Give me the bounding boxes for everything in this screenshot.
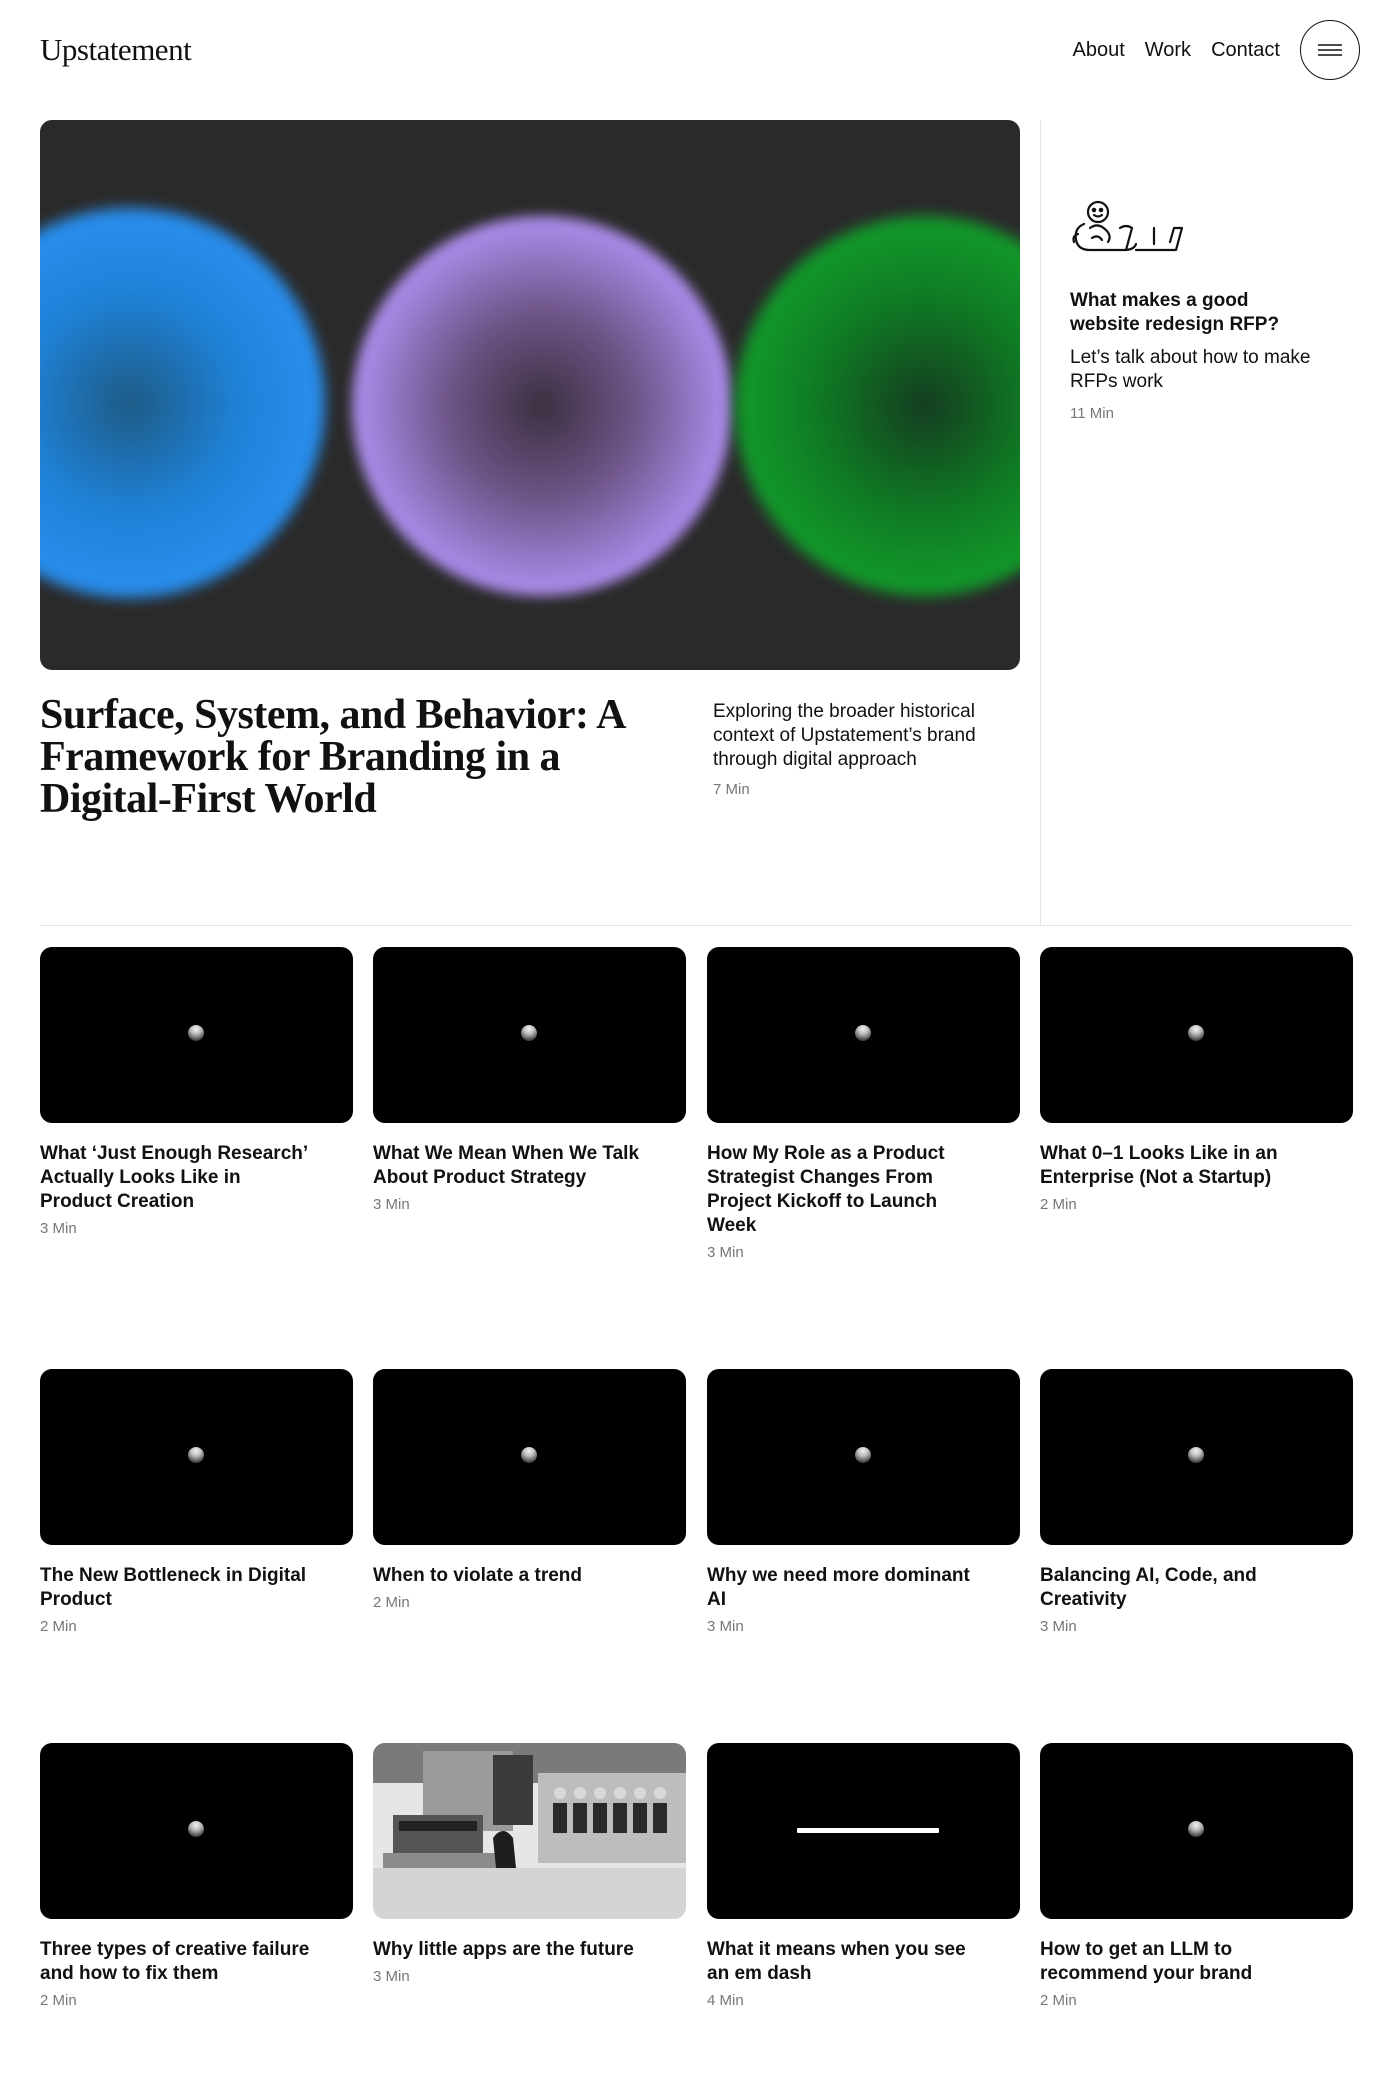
- sphere-dot-icon: [1188, 1447, 1204, 1463]
- hero-read-time: 7 Min: [713, 781, 750, 798]
- nav-link-work[interactable]: Work: [1145, 39, 1191, 62]
- hero-orb-violet: [352, 216, 732, 596]
- article-thumbnail[interactable]: [707, 1369, 1020, 1545]
- character-illustration: [1072, 200, 1184, 252]
- article-card[interactable]: What ‘Just Enough Research’ Actually Loo…: [40, 947, 353, 1237]
- nav-link-contact[interactable]: Contact: [1211, 39, 1280, 62]
- article-card[interactable]: What it means when you see an em dash 4 …: [707, 1743, 1020, 2009]
- article-thumbnail[interactable]: [40, 1743, 353, 1919]
- hamburger-menu-icon: [1318, 44, 1342, 56]
- article-read-time: 2 Min: [1040, 1196, 1077, 1213]
- vertical-divider: [1040, 120, 1041, 926]
- em-dash-graphic: [797, 1828, 939, 1833]
- article-card[interactable]: The New Bottleneck in Digital Product 2 …: [40, 1369, 353, 1635]
- article-read-time: 3 Min: [40, 1220, 77, 1237]
- sphere-dot-icon: [188, 1025, 204, 1041]
- site-header: Upstatement About Work Contact: [40, 20, 1360, 80]
- hero-description: Exploring the broader historical context…: [713, 701, 976, 770]
- article-thumbnail[interactable]: [373, 947, 686, 1123]
- menu-button[interactable]: [1300, 20, 1360, 80]
- hero-orb-blue: [40, 208, 325, 598]
- article-thumbnail[interactable]: [373, 1369, 686, 1545]
- article-title[interactable]: What 0–1 Looks Like in an Enterprise (No…: [1040, 1142, 1310, 1190]
- article-card[interactable]: How My Role as a Product Strategist Chan…: [707, 947, 1020, 1261]
- article-read-time: 2 Min: [1040, 1992, 1077, 2009]
- article-read-time: 3 Min: [373, 1196, 410, 1213]
- article-thumbnail[interactable]: [707, 947, 1020, 1123]
- article-title[interactable]: What it means when you see an em dash: [707, 1938, 977, 1986]
- article-read-time: 3 Min: [707, 1244, 744, 1261]
- article-card[interactable]: Why we need more dominant AI 3 Min: [707, 1369, 1020, 1635]
- article-read-time: 3 Min: [707, 1618, 744, 1635]
- article-card[interactable]: Balancing AI, Code, and Creativity 3 Min: [1040, 1369, 1353, 1635]
- article-read-time: 4 Min: [707, 1992, 744, 2009]
- hero-image[interactable]: [40, 120, 1020, 670]
- article-read-time: 2 Min: [40, 1992, 77, 2009]
- side-feature-description: Let’s talk about how to make RFPs work: [1070, 347, 1311, 392]
- computer-room-photo: [373, 1743, 686, 1919]
- article-card[interactable]: Why little apps are the future 3 Min: [373, 1743, 686, 1985]
- article-card[interactable]: When to violate a trend 2 Min: [373, 1369, 686, 1611]
- article-title[interactable]: Why little apps are the future: [373, 1938, 643, 1962]
- article-read-time: 2 Min: [373, 1594, 410, 1611]
- article-read-time: 2 Min: [40, 1618, 77, 1635]
- sphere-dot-icon: [188, 1447, 204, 1463]
- section-divider: [40, 925, 1353, 926]
- article-title[interactable]: The New Bottleneck in Digital Product: [40, 1564, 310, 1612]
- article-card[interactable]: What We Mean When We Talk About Product …: [373, 947, 686, 1213]
- hero-orb-green: [735, 216, 1020, 596]
- sphere-dot-icon: [855, 1025, 871, 1041]
- sphere-dot-icon: [855, 1447, 871, 1463]
- sphere-dot-icon: [1188, 1025, 1204, 1041]
- nav-link-about[interactable]: About: [1072, 39, 1124, 62]
- hero-title[interactable]: Surface, System, and Behavior: A Framewo…: [40, 694, 640, 820]
- article-title[interactable]: How My Role as a Product Strategist Chan…: [707, 1142, 977, 1238]
- article-title[interactable]: When to violate a trend: [373, 1564, 643, 1588]
- side-feature-title[interactable]: What makes a good website redesign RFP?: [1070, 289, 1300, 337]
- article-title[interactable]: Why we need more dominant AI: [707, 1564, 977, 1612]
- article-thumbnail[interactable]: [40, 1369, 353, 1545]
- article-card[interactable]: Three types of creative failure and how …: [40, 1743, 353, 2009]
- article-read-time: 3 Min: [1040, 1618, 1077, 1635]
- sphere-dot-icon: [521, 1447, 537, 1463]
- sphere-dot-icon: [188, 1821, 204, 1837]
- sphere-dot-icon: [1188, 1821, 1204, 1837]
- article-thumbnail-photo[interactable]: [373, 1743, 686, 1919]
- article-thumbnail[interactable]: [1040, 1743, 1353, 1919]
- article-thumbnail[interactable]: [40, 947, 353, 1123]
- article-card[interactable]: What 0–1 Looks Like in an Enterprise (No…: [1040, 947, 1353, 1213]
- article-thumbnail[interactable]: [1040, 947, 1353, 1123]
- article-read-time: 3 Min: [373, 1968, 410, 1985]
- article-title[interactable]: What ‘Just Enough Research’ Actually Loo…: [40, 1142, 310, 1214]
- article-title[interactable]: How to get an LLM to recommend your bran…: [1040, 1938, 1310, 1986]
- article-card[interactable]: How to get an LLM to recommend your bran…: [1040, 1743, 1353, 2009]
- article-title[interactable]: What We Mean When We Talk About Product …: [373, 1142, 643, 1190]
- article-title[interactable]: Three types of creative failure and how …: [40, 1938, 310, 1986]
- main-nav: About Work Contact: [1052, 20, 1360, 80]
- article-title[interactable]: Balancing AI, Code, and Creativity: [1040, 1564, 1310, 1612]
- side-feature-read-time: 11 Min: [1070, 405, 1114, 422]
- sphere-dot-icon: [521, 1025, 537, 1041]
- article-thumbnail[interactable]: [1040, 1369, 1353, 1545]
- site-logo[interactable]: Upstatement: [40, 32, 192, 68]
- article-thumbnail[interactable]: [707, 1743, 1020, 1919]
